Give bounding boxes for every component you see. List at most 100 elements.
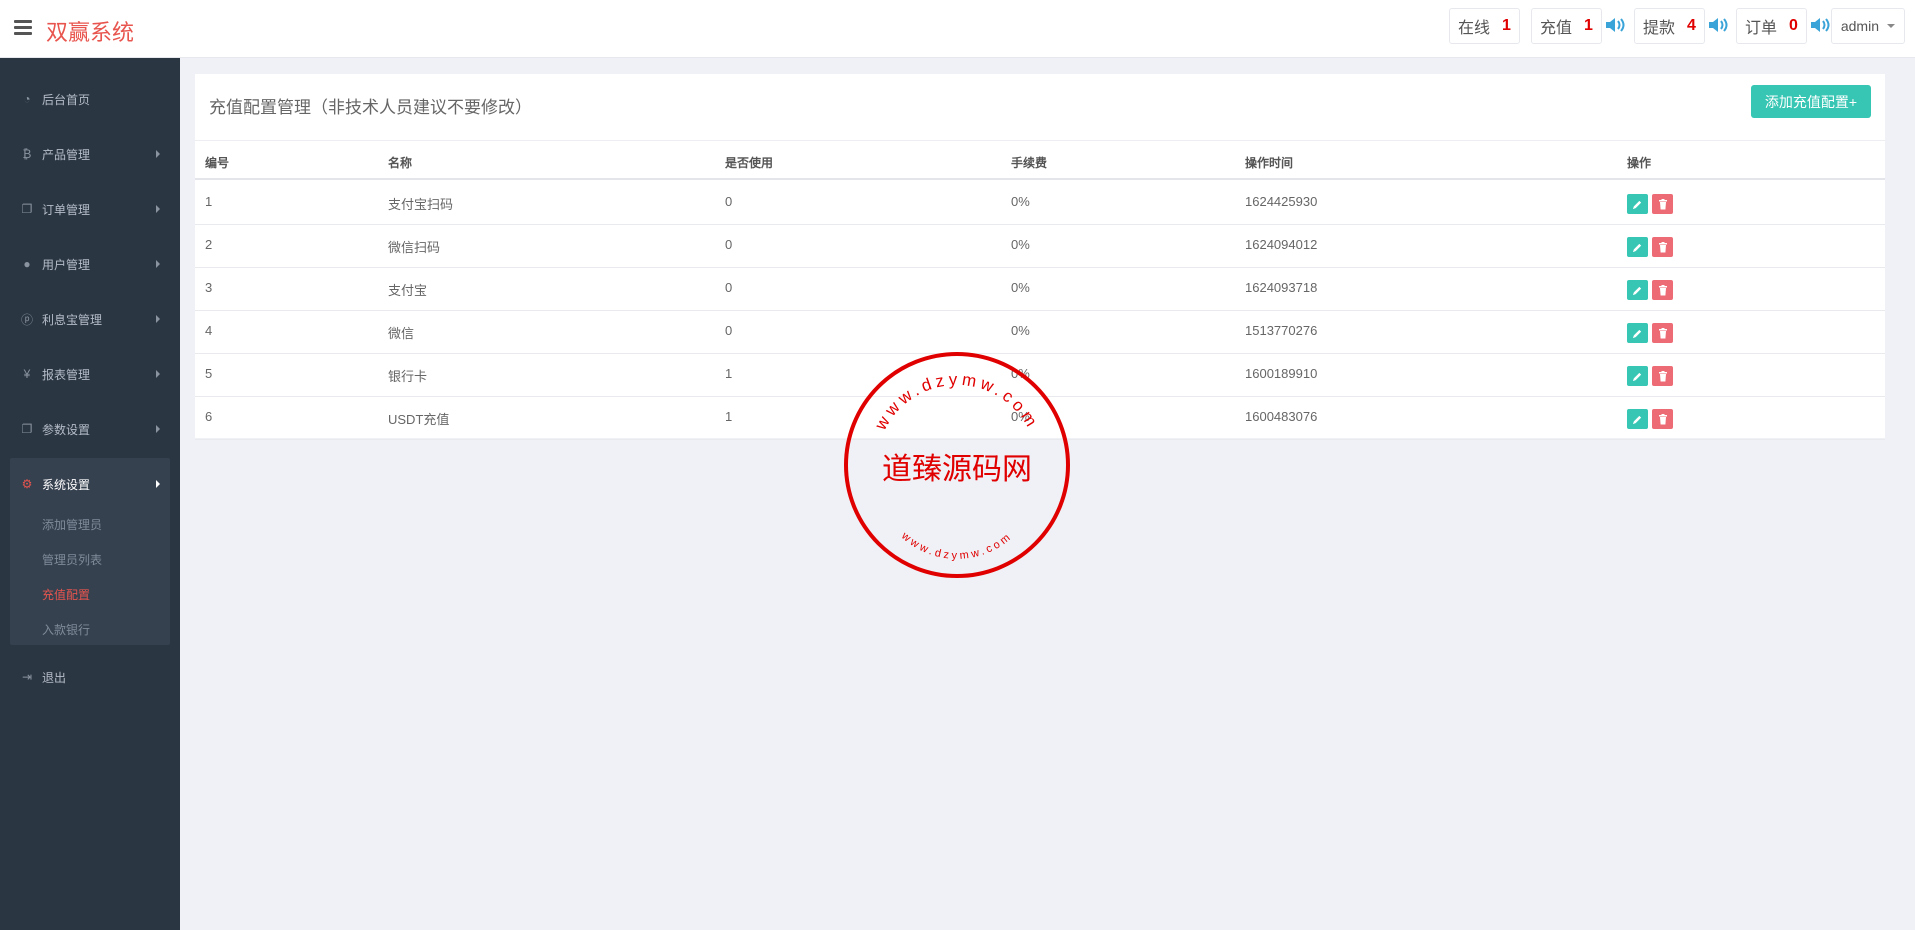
recharge-label: 充值 (1540, 20, 1573, 37)
cell-time: 1600483076 (1245, 409, 1318, 424)
cell-enabled: 0 (725, 194, 733, 209)
sidebar-item-label: 用户管理 (42, 257, 91, 272)
cell-enabled: 0 (725, 237, 733, 252)
chevron-right-icon (156, 205, 160, 213)
sub-item-deposit-bank[interactable]: 入款银行 (42, 621, 90, 638)
sign-out-icon: ⇥ (21, 670, 33, 684)
trash-icon (1658, 284, 1667, 295)
edit-button[interactable] (1627, 237, 1648, 257)
sidebar-item-reports[interactable]: ¥ 报表管理 (0, 354, 180, 394)
sidebar-item-logout[interactable]: ⇥ 退出 (0, 657, 180, 697)
page-title: 充值配置管理（非技术人员建议不要修改） (209, 98, 532, 117)
menu-toggle-icon[interactable] (14, 20, 32, 36)
user-menu[interactable]: admin (1830, 8, 1905, 44)
sidebar-item-label: 利息宝管理 (42, 312, 103, 327)
order-label: 订单 (1745, 20, 1778, 37)
user-icon: ● (23, 257, 31, 271)
sidebar-item-system[interactable]: ⚙ 系统设置 (0, 464, 180, 504)
chevron-right-icon (156, 425, 160, 433)
delete-button[interactable] (1652, 237, 1673, 257)
volume-icon[interactable] (1605, 17, 1625, 33)
bitcoin-icon: ₿ (22, 147, 32, 161)
chevron-down-icon (1887, 24, 1895, 28)
sidebar-item-label: 参数设置 (42, 422, 91, 437)
trash-icon (1658, 241, 1667, 252)
cell-name: 支付宝扫码 (388, 197, 454, 212)
sidebar-item-orders[interactable]: ❐ 订单管理 (0, 189, 180, 229)
watermark-stamp: www.dzymw.com www.dzymw.com 道臻源码网 (844, 352, 1070, 578)
dashboard-icon: ◔ (23, 92, 31, 106)
cell-name: 微信扫码 (388, 240, 441, 255)
recharge-count: 1 (1584, 17, 1593, 34)
cell-time: 1624094012 (1245, 237, 1318, 252)
sub-item-admin-list[interactable]: 管理员列表 (42, 551, 102, 568)
cell-enabled: 0 (725, 323, 733, 338)
edit-button[interactable] (1627, 366, 1648, 386)
sidebar-item-dashboard[interactable]: ◔ 后台首页 (0, 79, 180, 119)
chevron-right-icon (156, 260, 160, 268)
table-header: 编号 名称 是否使用 手续费 操作时间 操作 (195, 140, 1885, 180)
recharge-stat[interactable]: 充值 1 (1531, 8, 1602, 44)
pencil-icon (1632, 415, 1642, 424)
online-count: 1 (1502, 17, 1511, 34)
delete-button[interactable] (1652, 280, 1673, 300)
sidebar-item-label: 产品管理 (42, 147, 91, 162)
user-name: admin (1840, 18, 1879, 34)
chevron-right-icon (156, 370, 160, 378)
delete-button[interactable] (1652, 366, 1673, 386)
table-row: 3 支付宝 0 0% 1624093718 (195, 268, 1885, 311)
delete-button[interactable] (1652, 409, 1673, 429)
stamp-ring-text-top: www.dzymw.com (871, 370, 1043, 434)
column-header-enabled: 是否使用 (725, 156, 774, 170)
withdraw-stat[interactable]: 提款 4 (1634, 8, 1705, 44)
order-stat[interactable]: 订单 0 (1736, 8, 1807, 44)
cell-time: 1624093718 (1245, 280, 1318, 295)
edit-button[interactable] (1627, 409, 1648, 429)
chevron-right-icon (156, 480, 160, 488)
withdraw-count: 4 (1687, 17, 1696, 34)
table-row: 4 微信 0 0% 1513770276 (195, 311, 1885, 354)
pencil-icon (1632, 329, 1642, 338)
cell-id: 2 (205, 237, 213, 252)
cell-name: USDT充值 (388, 412, 450, 427)
delete-button[interactable] (1652, 323, 1673, 343)
sub-item-recharge-config[interactable]: 充值配置 (42, 586, 90, 603)
column-header-name: 名称 (388, 156, 413, 170)
volume-icon[interactable] (1708, 17, 1728, 33)
edit-button[interactable] (1627, 323, 1648, 343)
pencil-icon (1632, 243, 1642, 252)
column-header-fee: 手续费 (1011, 156, 1048, 170)
sub-item-add-admin[interactable]: 添加管理员 (42, 516, 102, 533)
top-bar: 双赢系统 在线 1 充值 1 提款 4 订单 0 admin (0, 0, 1915, 58)
online-stat[interactable]: 在线 1 (1449, 8, 1520, 44)
column-header-id: 编号 (205, 156, 230, 170)
cell-time: 1600189910 (1245, 366, 1318, 381)
volume-icon[interactable] (1810, 17, 1830, 33)
column-header-actions: 操作 (1627, 156, 1652, 170)
pinterest-icon: ⓟ (20, 312, 33, 327)
cell-enabled: 1 (725, 366, 733, 381)
column-header-time: 操作时间 (1245, 156, 1294, 170)
trash-icon (1658, 198, 1667, 209)
pencil-icon (1632, 200, 1642, 209)
sidebar-item-products[interactable]: ₿ 产品管理 (0, 134, 180, 174)
stamp-ring-text-bottom: www.dzymw.com (898, 529, 1015, 562)
add-recharge-config-button[interactable]: 添加充值配置+ (1751, 85, 1871, 118)
edit-button[interactable] (1627, 194, 1648, 214)
cell-time: 1624425930 (1245, 194, 1318, 209)
cell-id: 1 (205, 194, 213, 209)
sidebar-item-users[interactable]: ● 用户管理 (0, 244, 180, 284)
table-row: 1 支付宝扫码 0 0% 1624425930 (195, 182, 1885, 225)
delete-button[interactable] (1652, 194, 1673, 214)
sidebar-item-label: 订单管理 (42, 202, 91, 217)
sidebar-item-params[interactable]: ❐ 参数设置 (0, 409, 180, 449)
sidebar-item-label: 报表管理 (42, 367, 91, 382)
copy-icon: ❐ (21, 202, 33, 216)
sidebar-item-label: 退出 (42, 670, 67, 685)
cell-id: 5 (205, 366, 213, 381)
cell-name: 微信 (388, 326, 415, 341)
cell-id: 4 (205, 323, 213, 338)
sidebar-item-interest[interactable]: ⓟ 利息宝管理 (0, 299, 180, 339)
cogs-icon: ⚙ (21, 477, 33, 491)
edit-button[interactable] (1627, 280, 1648, 300)
